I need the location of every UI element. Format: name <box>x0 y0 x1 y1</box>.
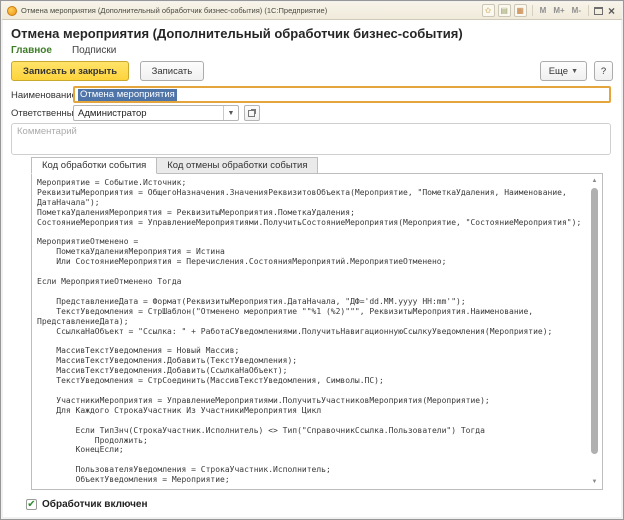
tab-subscriptions[interactable]: Подписки <box>72 45 116 56</box>
tab-cancel-handler-code[interactable]: Код отмены обработки события <box>156 157 318 174</box>
name-input[interactable]: Отмена мероприятия <box>73 86 611 103</box>
app-window: Отмена мероприятия (Дополнительный обраб… <box>0 0 624 520</box>
maximize-button[interactable] <box>594 7 603 15</box>
window-title: Отмена мероприятия (Дополнительный обраб… <box>21 6 478 15</box>
command-bar: Записать и закрыть Записать Еще ▼ ? <box>11 61 613 82</box>
name-label: Наименование: <box>11 90 80 101</box>
responsible-value: Администратор <box>74 108 223 119</box>
comment-placeholder: Комментарий <box>17 126 77 137</box>
open-in-new-icon <box>248 109 256 117</box>
page-title: Отмена мероприятия (Дополнительный обраб… <box>11 26 463 41</box>
code-tabs: Код обработки события Код отмены обработ… <box>31 157 317 174</box>
responsible-input[interactable]: Администратор ▼ <box>73 105 239 121</box>
form-nav-tabs: Главное Подписки <box>11 45 116 56</box>
responsible-open-button[interactable] <box>244 105 260 121</box>
code-text[interactable]: Мероприятие = Событие.Источник; Реквизит… <box>37 178 586 486</box>
font-scale-normal-button[interactable]: M <box>538 6 549 15</box>
handler-enabled-label: Обработчик включен <box>42 499 148 510</box>
chevron-down-icon: ▼ <box>571 68 578 75</box>
scroll-down-icon[interactable]: ▼ <box>588 476 601 488</box>
more-button-label: Еще <box>549 66 568 77</box>
help-button[interactable]: ? <box>594 61 613 81</box>
font-scale-decrease-button[interactable]: M- <box>570 6 583 15</box>
history-icon[interactable]: ▦ <box>514 4 527 17</box>
close-button[interactable]: × <box>606 5 617 17</box>
save-and-close-button[interactable]: Записать и закрыть <box>11 61 129 81</box>
tab-main[interactable]: Главное <box>11 45 52 56</box>
1c-app-icon <box>7 6 17 16</box>
comment-input[interactable]: Комментарий <box>11 123 611 155</box>
window-controls: ✩ ▤ ▦ M M+ M- × <box>482 4 617 17</box>
tab-event-handler-code[interactable]: Код обработки события <box>31 157 157 174</box>
responsible-label: Ответственный: <box>11 108 82 119</box>
vertical-scrollbar[interactable]: ▲ ▼ <box>588 175 601 488</box>
divider <box>588 5 589 16</box>
chevron-down-icon: ▼ <box>228 110 235 117</box>
font-scale-increase-button[interactable]: M+ <box>551 6 566 15</box>
scroll-up-icon[interactable]: ▲ <box>588 175 601 187</box>
save-button[interactable]: Записать <box>140 61 205 81</box>
handler-enabled-checkbox[interactable]: ✔ <box>26 499 37 510</box>
handler-enabled-row: ✔ Обработчик включен <box>26 499 148 510</box>
calendar-icon[interactable]: ▤ <box>498 4 511 17</box>
scrollbar-thumb[interactable] <box>591 188 598 454</box>
responsible-dropdown-button[interactable]: ▼ <box>223 106 238 120</box>
favorites-icon[interactable]: ✩ <box>482 4 495 17</box>
window-titlebar: Отмена мероприятия (Дополнительный обраб… <box>2 2 622 20</box>
code-editor[interactable]: Мероприятие = Событие.Источник; Реквизит… <box>31 173 603 490</box>
more-button[interactable]: Еще ▼ <box>540 61 587 81</box>
divider <box>532 5 533 16</box>
name-input-selected-text: Отмена мероприятия <box>78 89 177 101</box>
